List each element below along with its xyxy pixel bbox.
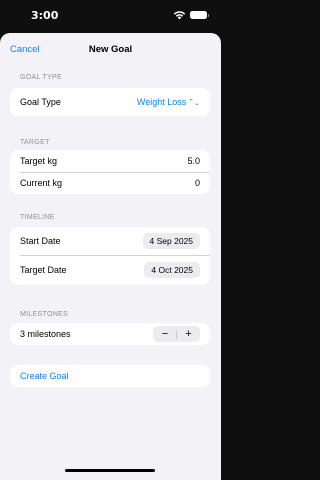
status-icons: [173, 10, 209, 20]
wifi-icon: [173, 11, 186, 20]
milestones-stepper[interactable]: − +: [153, 326, 200, 342]
timeline-card: Start Date 4 Sep 2025 Target Date 4 Oct …: [10, 227, 210, 285]
start-date-picker[interactable]: 4 Sep 2025: [142, 233, 200, 249]
chevron-up-down-icon: ⌃⌃: [188, 98, 200, 106]
page-title: New Goal: [88, 44, 133, 55]
start-date-row: Start Date 4 Sep 2025: [10, 227, 210, 255]
section-header-milestones: MILESTONES: [20, 311, 68, 318]
start-date-label: Start Date: [20, 236, 61, 246]
status-bar: 3:00: [0, 0, 221, 30]
increment-button[interactable]: +: [177, 326, 200, 342]
milestones-row: 3 milestones − +: [10, 323, 210, 345]
goal-type-card: Goal Type Weight Loss ⌃⌃: [10, 88, 210, 116]
goal-type-row[interactable]: Goal Type Weight Loss ⌃⌃: [10, 88, 210, 116]
current-kg-field[interactable]: 0: [195, 178, 200, 188]
current-kg-row[interactable]: Current kg 0: [10, 172, 210, 194]
target-date-picker[interactable]: 4 Oct 2025: [144, 262, 200, 278]
create-goal-row[interactable]: Create Goal: [10, 365, 210, 387]
section-header-target: TARGET: [20, 139, 50, 146]
goal-type-picker[interactable]: Weight Loss ⌃⌃: [137, 97, 200, 107]
section-header-goal-type: GOAL TYPE: [20, 74, 62, 81]
target-card: Target kg 5.0 Current kg 0: [10, 150, 210, 194]
new-goal-sheet: Cancel New Goal GOAL TYPE Goal Type Weig…: [0, 33, 221, 480]
target-kg-field[interactable]: 5.0: [187, 156, 200, 166]
target-kg-label: Target kg: [20, 156, 58, 166]
goal-type-value: Weight Loss: [136, 97, 187, 107]
target-date-label: Target Date: [20, 265, 67, 275]
nav-bar: Cancel New Goal: [0, 33, 221, 67]
current-kg-label: Current kg: [20, 178, 63, 188]
milestones-card: 3 milestones − +: [10, 323, 210, 345]
milestones-label: 3 milestones: [20, 329, 71, 339]
status-time: 3:00: [31, 9, 59, 22]
section-header-timeline: TIMELINE: [20, 214, 55, 221]
battery-icon: [190, 11, 209, 19]
target-date-row: Target Date 4 Oct 2025: [10, 255, 210, 285]
create-card: Create Goal: [10, 365, 210, 387]
home-indicator: [65, 469, 155, 472]
decrement-button[interactable]: −: [153, 326, 176, 342]
goal-type-label: Goal Type: [20, 97, 61, 107]
create-goal-button[interactable]: Create Goal: [20, 371, 69, 381]
target-kg-row[interactable]: Target kg 5.0: [10, 150, 210, 172]
